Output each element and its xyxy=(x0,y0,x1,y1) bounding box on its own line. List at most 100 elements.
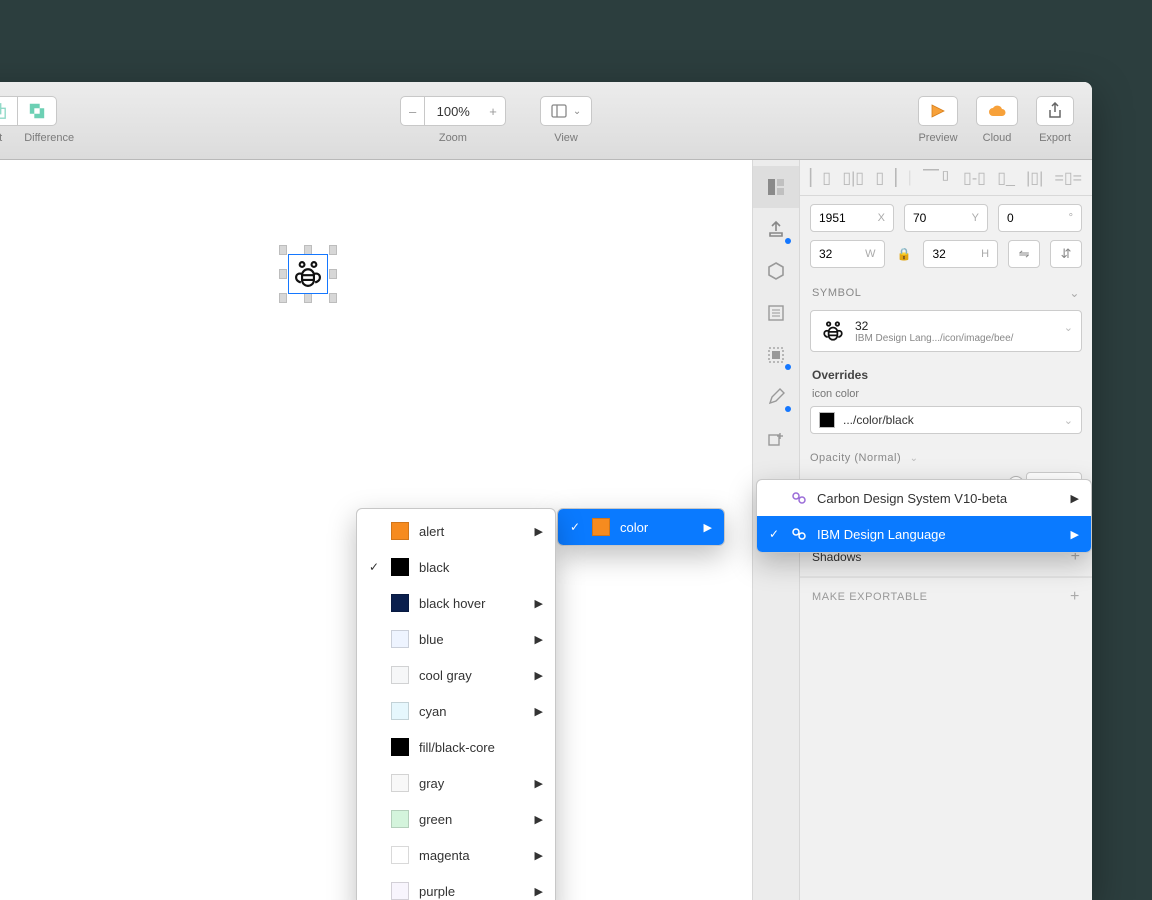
distribute-v-icon[interactable]: =▯= xyxy=(1054,168,1082,188)
inspector-tab-design[interactable] xyxy=(753,166,799,208)
menu-item-color[interactable]: black xyxy=(357,549,555,585)
selected-layer[interactable] xyxy=(284,250,332,298)
menu-item-color[interactable]: blue▶ xyxy=(357,621,555,657)
chevron-down-icon[interactable]: ⌄ xyxy=(910,453,918,464)
view-button[interactable]: ⌄ xyxy=(540,96,592,126)
exportable-section-heading[interactable]: MAKE EXPORTABLE + xyxy=(800,577,1092,612)
inspector-tab-a11y[interactable] xyxy=(753,292,799,334)
menu-item-color[interactable]: fill/black-core xyxy=(357,729,555,765)
color-swatch-icon xyxy=(592,518,610,536)
symbol-selector[interactable]: 32 IBM Design Lang.../icon/image/bee/ ⌄ xyxy=(810,310,1082,352)
align-center-v-icon[interactable]: ▯-▯ xyxy=(963,168,986,188)
resize-handle[interactable] xyxy=(279,269,287,279)
inspector-tab-selection[interactable] xyxy=(753,334,799,376)
align-bottom-icon[interactable]: ▯_ xyxy=(997,168,1015,188)
hexagon-icon xyxy=(766,261,786,281)
toolbar: Intersect Difference – 100% + Zoom ⌄ Vie… xyxy=(0,82,1092,160)
cloud-button[interactable] xyxy=(976,96,1018,126)
intersect-button[interactable] xyxy=(0,96,18,126)
resize-handle[interactable] xyxy=(329,245,337,255)
intersect-icon xyxy=(0,102,7,120)
height-field[interactable]: H xyxy=(923,240,998,268)
override-value-select[interactable]: .../color/black ⌄ xyxy=(810,406,1082,434)
x-field[interactable]: X xyxy=(810,204,894,232)
view-icon xyxy=(551,104,567,118)
export-label: Export xyxy=(1039,132,1071,144)
chevron-right-icon: ▶ xyxy=(535,705,543,718)
menu-item-color[interactable]: cyan▶ xyxy=(357,693,555,729)
rotation-field[interactable]: ° xyxy=(998,204,1082,232)
zoom-out-button[interactable]: – xyxy=(400,96,425,126)
chevron-right-icon: ▶ xyxy=(1071,528,1079,541)
color-swatch-icon xyxy=(819,412,835,428)
zoom-control[interactable]: – 100% + xyxy=(400,96,506,126)
resize-handle[interactable] xyxy=(279,293,287,303)
opacity-label: Opacity (Normal) xyxy=(810,452,901,464)
menu-item-color[interactable]: gray▶ xyxy=(357,765,555,801)
menu-item-color[interactable]: cool gray▶ xyxy=(357,657,555,693)
width-field[interactable]: W xyxy=(810,240,885,268)
chevron-right-icon: ▶ xyxy=(535,849,543,862)
menu-item-color[interactable]: black hover▶ xyxy=(357,585,555,621)
color-swatch-icon xyxy=(391,702,409,720)
align-center-h-icon[interactable]: ▯|▯ xyxy=(842,168,864,188)
override-label: icon color xyxy=(800,386,1092,404)
y-field[interactable]: Y xyxy=(904,204,988,232)
menu-item-color[interactable]: alert▶ xyxy=(357,513,555,549)
flip-vertical-button[interactable]: ⇵ xyxy=(1050,240,1082,268)
color-swatch-icon xyxy=(391,738,409,756)
list-icon xyxy=(766,303,786,323)
chevron-down-icon[interactable]: ⌄ xyxy=(1069,286,1080,300)
align-right-icon[interactable]: ▯▕ xyxy=(875,168,896,188)
difference-label: Difference xyxy=(24,132,74,144)
inspector-tab-pen[interactable] xyxy=(753,376,799,418)
color-list-menu[interactable]: alert▶blackblack hover▶blue▶cool gray▶cy… xyxy=(356,508,556,900)
menu-item-color[interactable]: magenta▶ xyxy=(357,837,555,873)
color-swatch-icon xyxy=(391,882,409,900)
upload-icon xyxy=(766,219,786,239)
color-swatch-icon xyxy=(391,774,409,792)
distribute-h-icon[interactable]: |▯| xyxy=(1026,168,1043,188)
cloud-icon xyxy=(987,104,1007,118)
intersect-label: Intersect xyxy=(0,132,2,144)
symbol-title: 32 xyxy=(855,319,1013,333)
menu-item-color[interactable]: green▶ xyxy=(357,801,555,837)
menu-item-library[interactable]: Carbon Design System V10-beta▶ xyxy=(757,480,1091,516)
color-swatch-icon xyxy=(391,594,409,612)
plus-icon[interactable]: + xyxy=(1070,588,1080,606)
menu-item-library[interactable]: IBM Design Language▶ xyxy=(757,516,1091,552)
inspector-tab-settings[interactable] xyxy=(753,250,799,292)
color-swatch-icon xyxy=(391,522,409,540)
inspector-tab-add[interactable] xyxy=(753,418,799,460)
resize-handle[interactable] xyxy=(329,269,337,279)
resize-handle[interactable] xyxy=(279,245,287,255)
library-menu[interactable]: Carbon Design System V10-beta▶IBM Design… xyxy=(756,479,1092,553)
chevron-right-icon: ▶ xyxy=(535,633,543,646)
color-swatch-icon xyxy=(391,666,409,684)
app-window: Intersect Difference – 100% + Zoom ⌄ Vie… xyxy=(0,82,1092,900)
symbol-path: IBM Design Lang.../icon/image/bee/ xyxy=(855,333,1013,344)
menu-item-color[interactable]: purple▶ xyxy=(357,873,555,900)
color-swatch-icon xyxy=(391,630,409,648)
add-layer-icon xyxy=(766,429,786,449)
color-category-menu[interactable]: color ▶ xyxy=(557,508,725,546)
menu-item-color[interactable]: color ▶ xyxy=(558,509,724,545)
play-icon xyxy=(929,103,947,119)
cloud-label: Cloud xyxy=(983,132,1012,144)
align-left-icon[interactable]: ▏▯ xyxy=(810,168,831,188)
export-button[interactable] xyxy=(1036,96,1074,126)
zoom-in-button[interactable]: + xyxy=(481,96,506,126)
inspector-tab-share[interactable] xyxy=(753,208,799,250)
flip-horizontal-button[interactable]: ⇋ xyxy=(1008,240,1040,268)
view-label: View xyxy=(554,132,578,144)
resize-handle[interactable] xyxy=(329,293,337,303)
color-swatch-icon xyxy=(391,558,409,576)
color-swatch-icon xyxy=(391,846,409,864)
align-top-icon[interactable]: ⎺▯ xyxy=(923,169,952,187)
chevron-right-icon: ▶ xyxy=(535,885,543,898)
preview-button[interactable] xyxy=(918,96,958,126)
chevron-updown-icon[interactable]: ⌄ xyxy=(1064,321,1073,334)
lock-aspect-icon[interactable]: 🔒 xyxy=(895,247,914,261)
preview-label: Preview xyxy=(918,132,957,144)
difference-button[interactable] xyxy=(18,96,57,126)
